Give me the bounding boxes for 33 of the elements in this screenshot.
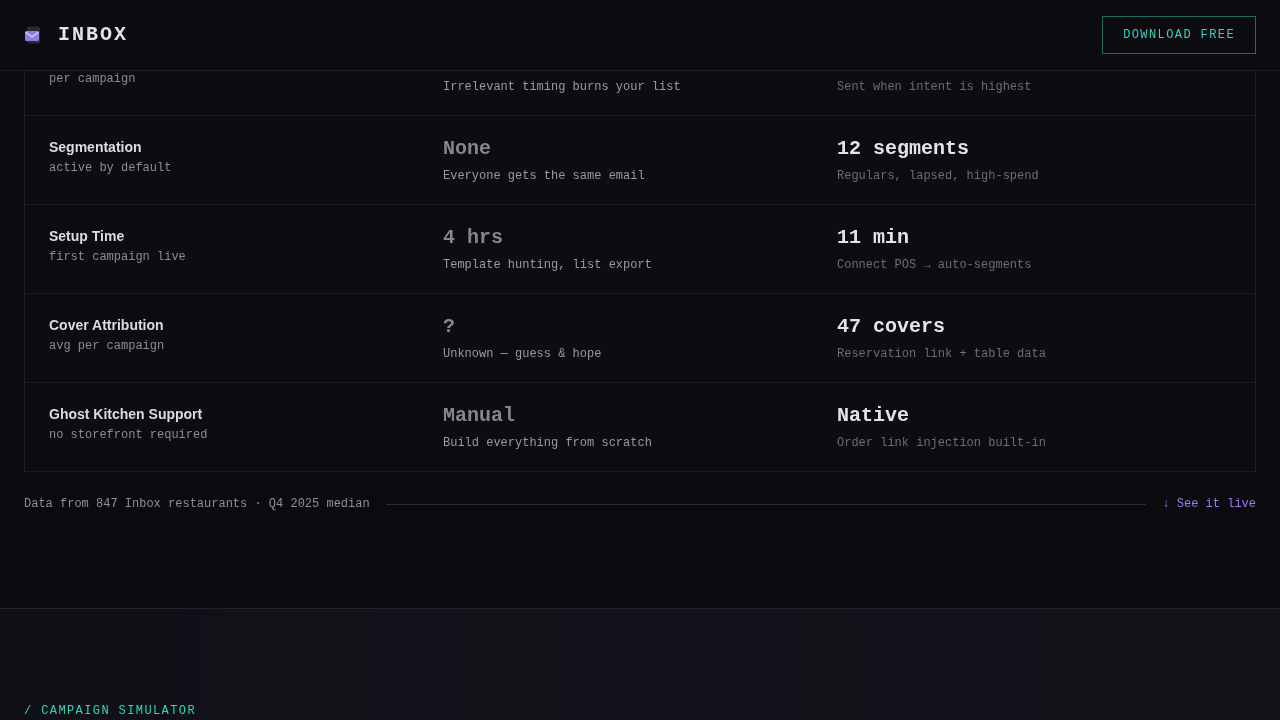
metric-caption: no storefront required <box>49 427 209 443</box>
before-value: Manual <box>443 405 516 427</box>
after-note: Reservation link + table data <box>837 346 1047 362</box>
before-value: None <box>443 138 492 160</box>
metric-name: Ghost Kitchen Support <box>49 405 204 423</box>
before-value: 4 hrs <box>443 227 504 249</box>
before-note: Irrelevant timing burns your list <box>443 79 682 95</box>
metric-caption: first campaign live <box>49 249 187 265</box>
download-button[interactable]: DOWNLOAD FREE <box>1102 16 1256 54</box>
after-value: 11 min <box>837 227 910 249</box>
metric-caption: per campaign <box>49 71 137 87</box>
after-value: Native <box>837 405 910 427</box>
metric-name: Cover Attribution <box>49 316 165 334</box>
after-note: Connect POS → auto-segments <box>837 257 1033 273</box>
metric-name: Segmentation <box>49 138 143 156</box>
metric-caption: active by default <box>49 160 173 176</box>
after-value: 12 segments <box>837 138 971 160</box>
brand-name[interactable]: INBOX <box>58 25 128 45</box>
envelope-icon <box>24 26 42 44</box>
section-label: / CAMPAIGN SIMULATOR <box>24 704 197 718</box>
metric-caption: avg per campaign <box>49 338 166 354</box>
before-value: ? <box>443 316 456 338</box>
before-note: Unknown — guess & hope <box>443 346 603 362</box>
before-note: Everyone gets the same email <box>443 168 646 184</box>
metric-name: Setup Time <box>49 227 126 245</box>
data-source-note: Data from 847 Inbox restaurants · Q4 2025 median <box>24 496 370 512</box>
before-note: Build everything from scratch <box>443 435 653 451</box>
after-value: 47 covers <box>837 316 947 338</box>
after-note: Regulars, lapsed, high-spend <box>837 168 1040 184</box>
see-it-live-link[interactable]: ↓ See it live <box>1162 496 1256 512</box>
after-note: Sent when intent is highest <box>837 79 1033 95</box>
after-note: Order link injection built-in <box>837 435 1047 451</box>
before-note: Template hunting, list export <box>443 257 653 273</box>
